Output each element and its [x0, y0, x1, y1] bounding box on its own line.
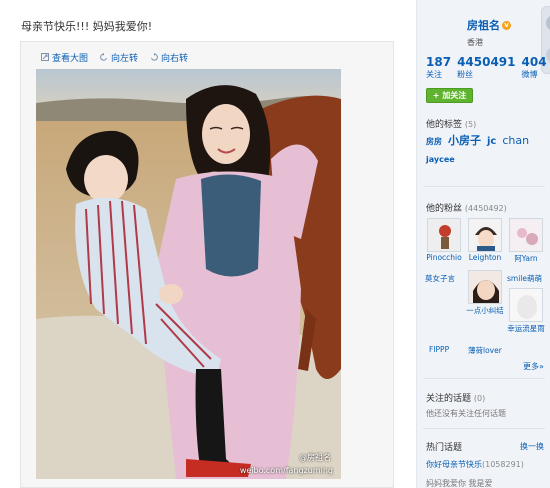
topics-empty-text: 他还没有关注任何话题 — [426, 409, 506, 418]
divider — [423, 428, 545, 429]
fan-item[interactable]: 幸运流星雨 — [507, 288, 545, 334]
rotate-left-label: 向左转 — [111, 53, 139, 64]
fan-name[interactable]: 薄荷lover — [468, 345, 502, 356]
fans-count: (4450492) — [464, 204, 507, 213]
hot-topic-item[interactable]: 你好母亲节快乐(1058291) — [426, 459, 524, 470]
fans-more-link[interactable]: 更多» — [523, 361, 544, 372]
fans-section-title: 他的粉丝 (4450492) — [426, 201, 507, 214]
fan-name[interactable]: smile萌萌 — [507, 273, 542, 284]
fan-item[interactable]: 阿Yarn — [507, 218, 545, 264]
rotate-left-icon — [100, 53, 107, 61]
stat-following-label[interactable]: 关注 — [426, 69, 451, 80]
mothers-day-photo[interactable]: @房祖名 weibo.com/fangzuming — [36, 69, 341, 479]
tag-link[interactable]: 小房子 — [448, 132, 481, 148]
stat-fans[interactable]: 4450491 粉丝 — [457, 55, 515, 80]
tag-link[interactable]: jaycee — [426, 155, 455, 164]
tag-link[interactable]: chan — [502, 134, 529, 147]
fan-name[interactable]: FIPPP — [429, 345, 449, 354]
fan-avatar[interactable] — [509, 288, 543, 322]
avatar[interactable] — [546, 15, 550, 31]
fan-avatar[interactable] — [427, 218, 461, 252]
photo-toolbar: 查看大图 向左转 向右转 — [41, 50, 200, 64]
tags-list: 房房 小房子 jc chan — [426, 132, 535, 148]
rotate-right-button[interactable]: 向右转 — [150, 51, 188, 64]
stat-posts-label[interactable]: 微博 — [522, 69, 547, 80]
photo-card: 查看大图 向左转 向右转 @房祖名 weibo.com/fangzuming — [20, 41, 394, 488]
photo-watermark-url: weibo.com/fangzuming — [239, 466, 333, 475]
profile-location: 香港 — [467, 38, 483, 47]
photo-scene — [36, 69, 341, 479]
stat-fans-label[interactable]: 粉丝 — [457, 69, 515, 80]
divider — [423, 378, 545, 379]
fan-item[interactable]: 一点小纠结 — [466, 270, 504, 316]
fan-name[interactable]: 一点小纠结 — [466, 305, 504, 316]
divider — [423, 186, 545, 187]
tag-link[interactable]: jc — [487, 136, 496, 147]
profile-sidebar: 房祖名 v 香港 187 关注 4450491 粉丝 404 微博 + 加关注 … — [416, 0, 550, 488]
fans-title: 他的粉丝 — [426, 204, 463, 214]
post-text: 母亲节快乐!!! 妈妈我爱你! — [21, 20, 153, 33]
fan-avatar[interactable] — [468, 218, 502, 252]
view-large-button[interactable]: 查看大图 — [41, 51, 88, 64]
fan-item[interactable]: Leighton — [466, 218, 504, 262]
topics-title: 关注的话题 — [426, 394, 472, 404]
profile-name[interactable]: 房祖名 v — [467, 17, 511, 33]
tags-section-title: 他的标签 (5) — [426, 117, 476, 130]
rotate-left-button[interactable]: 向左转 — [100, 51, 138, 64]
fan-item[interactable]: Pinocchio — [425, 218, 463, 262]
hot-topic-count: (1058291) — [482, 460, 524, 469]
tags-title: 他的标签 — [426, 120, 463, 130]
verified-v-icon: v — [502, 20, 511, 30]
fan-name[interactable]: 阿Yarn — [507, 253, 545, 264]
rotate-right-icon — [151, 53, 158, 61]
hot-topic-item[interactable]: 妈妈我爱你 我是爱 — [426, 478, 493, 488]
rotate-right-label: 向右转 — [161, 53, 189, 64]
fan-name[interactable]: Pinocchio — [425, 253, 463, 262]
fan-name[interactable]: 幸运流星雨 — [507, 323, 545, 334]
stat-following[interactable]: 187 关注 — [426, 55, 451, 80]
stat-following-count[interactable]: 187 — [426, 55, 451, 69]
change-topics-link[interactable]: 换一换 — [520, 441, 544, 452]
stat-fans-count[interactable]: 4450491 — [457, 55, 515, 69]
view-large-label: 查看大图 — [52, 53, 89, 64]
topics-count: (0) — [473, 394, 486, 403]
tags-count: (5) — [464, 120, 477, 129]
hot-topic-label[interactable]: 你好母亲节快乐 — [426, 460, 482, 469]
tag-link[interactable]: 房房 — [426, 136, 442, 147]
hot-topics-title: 热门话题 — [426, 443, 463, 453]
follow-button[interactable]: + 加关注 — [426, 88, 473, 103]
profile-stats: 187 关注 4450491 粉丝 404 微博 — [426, 55, 550, 80]
fan-avatar[interactable] — [468, 270, 502, 304]
profile-name-label[interactable]: 房祖名 — [467, 17, 500, 33]
photo-watermark-user: @房祖名 — [299, 453, 331, 462]
stat-posts-count[interactable]: 404 — [522, 55, 547, 69]
fan-avatar[interactable] — [509, 218, 543, 252]
topics-section-title: 关注的话题 (0) — [426, 391, 485, 404]
view-large-icon — [41, 53, 49, 61]
fan-name[interactable]: Leighton — [466, 253, 504, 262]
fan-name[interactable]: 莫女子言 — [425, 273, 455, 284]
stat-posts[interactable]: 404 微博 — [522, 55, 547, 80]
